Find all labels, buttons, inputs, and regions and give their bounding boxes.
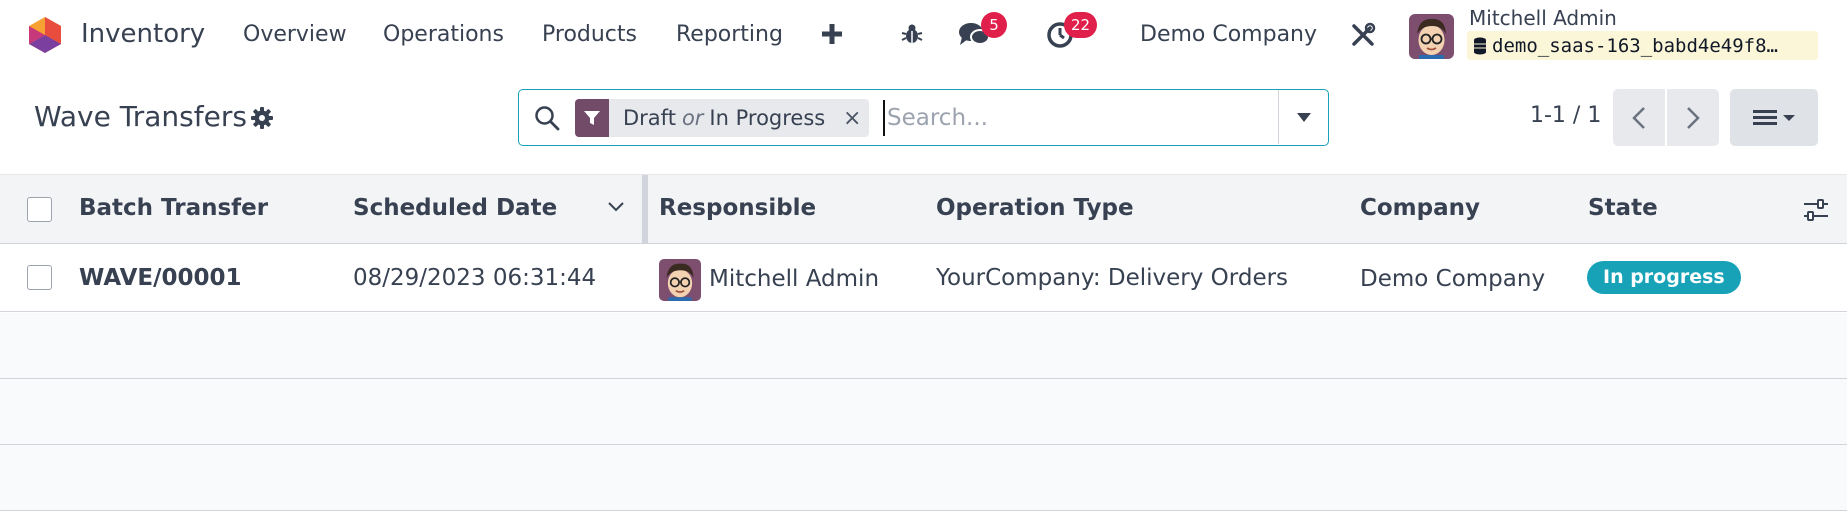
pager-next-button[interactable] xyxy=(1667,89,1719,146)
wrench-screwdriver-icon xyxy=(1352,22,1376,46)
list-view-switcher[interactable] xyxy=(1730,89,1818,146)
cell-operation-type: YourCompany: Delivery Orders xyxy=(936,265,1289,291)
column-operation-type[interactable]: Operation Type xyxy=(936,195,1134,221)
column-batch-transfer[interactable]: Batch Transfer xyxy=(79,195,268,221)
filter-icon xyxy=(575,99,609,137)
empty-row xyxy=(0,313,1847,379)
search-bar: Draft or In Progress × xyxy=(518,89,1329,146)
state-badge: In progress xyxy=(1587,261,1741,294)
pager-value[interactable]: 1-1 / 1 xyxy=(1530,103,1601,128)
column-state[interactable]: State xyxy=(1588,195,1658,221)
column-company[interactable]: Company xyxy=(1360,195,1480,221)
filter-separator: or xyxy=(681,106,704,130)
company-switcher[interactable]: Demo Company xyxy=(1140,18,1317,52)
database-icon xyxy=(1474,37,1486,54)
pager-previous-button[interactable] xyxy=(1613,89,1665,146)
chevron-left-icon xyxy=(1632,106,1645,129)
quick-create-button[interactable] xyxy=(820,22,844,46)
cell-scheduled-date: 08/29/2023 06:31:44 xyxy=(353,265,597,291)
user-avatar-image xyxy=(1409,14,1454,59)
list-view-icon xyxy=(1753,109,1795,125)
plus-icon xyxy=(822,24,842,44)
page-title[interactable]: Wave Transfers xyxy=(34,100,247,133)
user-name[interactable]: Mitchell Admin xyxy=(1469,6,1617,30)
filter-facet-label: Draft or In Progress xyxy=(609,106,835,130)
optional-columns-sliders-icon[interactable] xyxy=(1802,197,1830,223)
app-name[interactable]: Inventory xyxy=(81,17,205,51)
menu-overview[interactable]: Overview xyxy=(243,18,347,52)
column-responsible[interactable]: Responsible xyxy=(659,195,816,221)
table-header: Batch Transfer Scheduled Date Responsibl… xyxy=(0,174,1847,245)
gear-icon xyxy=(251,107,273,129)
cell-company: Demo Company xyxy=(1360,266,1546,292)
search-icon[interactable] xyxy=(533,104,561,132)
messages-badge: 5 xyxy=(981,12,1007,38)
table-row[interactable]: WAVE/00001 08/29/2023 06:31:44 Mitchell … xyxy=(0,244,1847,312)
activities-badge: 22 xyxy=(1064,12,1098,38)
database-chip: demo_saas-163_babd4e49f8… xyxy=(1467,31,1818,60)
user-avatar[interactable] xyxy=(1409,14,1454,59)
odoo-app-logo-icon[interactable] xyxy=(26,15,64,55)
menu-reporting[interactable]: Reporting xyxy=(676,18,783,52)
debug-button[interactable] xyxy=(898,20,926,48)
empty-row xyxy=(0,445,1847,511)
search-options-toggle[interactable] xyxy=(1278,90,1328,144)
database-name: demo_saas-163_babd4e49f8… xyxy=(1492,34,1778,57)
column-resize-handle[interactable] xyxy=(642,175,648,245)
caret-down-icon xyxy=(1296,112,1311,122)
cell-responsible: Mitchell Admin xyxy=(709,266,880,292)
bug-icon xyxy=(901,24,923,43)
chevron-right-icon xyxy=(1687,106,1700,129)
cell-batch-transfer: WAVE/00001 xyxy=(79,265,242,291)
top-navbar: Inventory Overview Operations Products R… xyxy=(0,0,1847,70)
empty-row xyxy=(0,379,1847,445)
row-checkbox[interactable] xyxy=(27,265,52,290)
responsible-avatar[interactable] xyxy=(659,259,701,301)
settings-tools-button[interactable] xyxy=(1348,20,1378,50)
filter-value-in-progress: In Progress xyxy=(709,106,826,130)
remove-filter-button[interactable]: × xyxy=(835,106,869,131)
responsible-avatar-image xyxy=(659,259,701,301)
filter-value-draft: Draft xyxy=(623,106,676,130)
column-scheduled-date[interactable]: Scheduled Date xyxy=(353,195,557,221)
actions-gear-button[interactable] xyxy=(250,106,274,130)
menu-operations[interactable]: Operations xyxy=(383,18,504,52)
chevron-down-icon[interactable] xyxy=(608,202,624,212)
filter-facet: Draft or In Progress × xyxy=(575,99,870,137)
select-all-checkbox[interactable] xyxy=(27,197,52,222)
search-input[interactable] xyxy=(883,100,1273,136)
menu-products[interactable]: Products xyxy=(542,18,637,52)
